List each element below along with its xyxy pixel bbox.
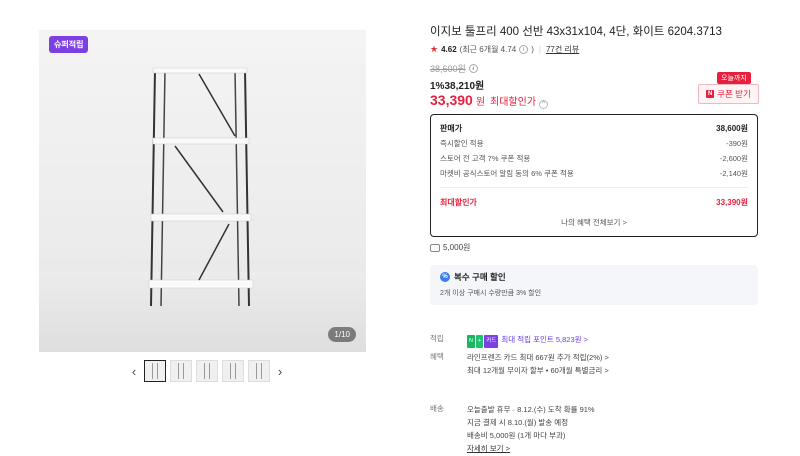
breakdown-total-row: 최대할인가 33,390원 — [440, 187, 748, 211]
chevron-left-icon[interactable]: ‹ — [128, 360, 140, 382]
breakdown-label: 판매가 — [440, 124, 463, 133]
breakdown-row: 판매가 38,600원 — [440, 121, 748, 136]
thumbnail-5[interactable] — [248, 360, 270, 382]
coupon-button-label: 쿠폰 받기 — [717, 89, 751, 99]
delivery-label: 배송 — [430, 404, 444, 413]
reviews-link[interactable]: 77건 리뷰 — [546, 44, 579, 55]
benefit-row: 혜택 라인프렌즈 카드 최대 667원 추가 적립(2%) > 최대 12개월 … — [430, 351, 609, 377]
breakdown-label: 스토어 전 고객 7% 쿠폰 적용 — [440, 154, 531, 163]
point-card-icon — [430, 243, 440, 252]
thumbnail-1[interactable] — [144, 360, 166, 382]
image-counter: 1/10 — [328, 327, 356, 342]
breakdown-row: 즉시할인 적용 -390원 — [440, 136, 748, 151]
thumbnail-4[interactable] — [222, 360, 244, 382]
multi-buy-title: 복수 구매 할인 — [454, 272, 506, 282]
max-discount-price: 33,390 원 최대할인가 ^ — [430, 92, 549, 109]
original-price-value: 38,600원 — [430, 64, 466, 74]
points-value: 5,000원 — [443, 243, 471, 252]
price-info-icon[interactable]: i — [468, 64, 478, 73]
chevron-right-icon[interactable]: › — [274, 360, 286, 382]
plus-tag: + — [475, 335, 484, 348]
delivery-row: 배송 오늘출발 휴무 · 8.12.(수) 도착 확률 91% 지금 결제 시 … — [430, 403, 595, 455]
info-icon[interactable]: i — [519, 45, 529, 54]
price-breakdown-box: 판매가 38,600원 즉시할인 적용 -390원 스토어 전 고객 7% 쿠폰… — [430, 114, 758, 237]
benefit-values: 라인프렌즈 카드 최대 667원 추가 적립(2%) > 최대 12개월 무이자… — [467, 351, 609, 377]
thumbnail-strip: ‹ › — [128, 360, 286, 382]
thumbnail-3[interactable] — [196, 360, 218, 382]
max-point-link[interactable]: 최대 적립 포인트 5,823원 > — [501, 335, 588, 344]
accumulate-row: 적립 N + 카드 최대 적립 포인트 5,823원 > — [430, 333, 588, 348]
naver-pay-tag: N — [467, 335, 475, 348]
product-main-image[interactable]: 슈퍼적립 1/10 — [39, 30, 366, 352]
breakdown-label: 마켓비 공식스토어 알림 동의 6% 쿠폰 적용 — [440, 169, 574, 178]
accumulate-label: 적립 — [430, 334, 444, 343]
percent-icon: % — [440, 272, 450, 282]
naver-n-icon: N — [706, 90, 715, 98]
delivery-detail-link[interactable]: 자세히 보기 > — [467, 444, 510, 453]
benefit-label: 혜택 — [430, 352, 444, 361]
max-discount-value: 33,390 — [430, 92, 473, 108]
coupon-deadline-badge: 오늘까지 — [717, 72, 751, 84]
breakdown-value: -2,600원 — [719, 154, 748, 163]
accumulate-value-wrap: N + 카드 최대 적립 포인트 5,823원 > — [467, 333, 588, 348]
rating-recent: (최근 6개월 4.74 — [459, 45, 517, 54]
breakdown-value: -390원 — [726, 139, 748, 148]
multi-buy-title-row: % 복수 구매 할인 — [440, 271, 748, 283]
multi-buy-desc: 2개 이상 구매시 수량만큼 3% 할인 — [440, 290, 542, 297]
coupon-button[interactable]: N 쿠폰 받기 — [698, 84, 759, 104]
all-benefits-link[interactable]: 나의 혜택 전체보기 > — [440, 217, 748, 228]
card-benefit-link[interactable]: 라인프렌즈 카드 최대 667원 추가 적립(2%) > — [467, 353, 609, 362]
breakdown-label: 즉시할인 적용 — [440, 139, 484, 148]
breakdown-row: 마켓비 공식스토어 알림 동의 6% 쿠폰 적용 -2,140원 — [440, 166, 748, 181]
delivery-line-3: 배송비 5,000원 (1개 마다 부과) — [467, 431, 566, 440]
discount-price: 1%38,210원 — [430, 81, 485, 92]
breakdown-value: -2,140원 — [719, 169, 748, 178]
breakdown-total-value: 33,390원 — [716, 198, 748, 207]
divider: | — [538, 45, 541, 54]
max-discount-label: 최대할인가 — [490, 97, 537, 108]
breakdown-row: 스토어 전 고객 7% 쿠폰 적용 -2,600원 — [440, 151, 748, 166]
original-price: 38,600원 i — [430, 62, 478, 75]
delivery-line-2: 지금 결제 시 8.10.(월) 발송 예정 — [467, 418, 569, 427]
product-title: 이지보 툴프리 400 선반 43x31x104, 4단, 화이트 6204.3… — [430, 26, 722, 38]
installment-link[interactable]: 최대 12개월 무이자 할부 • 60개월 특별금리 > — [467, 366, 609, 375]
delivery-line-1: 오늘출발 휴무 · 8.12.(수) 도착 확률 91% — [467, 405, 595, 414]
points-row: 5,000원 — [430, 242, 470, 253]
rating-row: ★ 4.62 (최근 6개월 4.74 i ) | 77건 리뷰 — [430, 44, 579, 55]
rating-recent-close: ) — [531, 45, 534, 54]
star-icon: ★ — [430, 44, 439, 54]
chevron-up-icon[interactable]: ^ — [539, 100, 549, 109]
breakdown-value: 38,600원 — [716, 124, 748, 133]
delivery-values: 오늘출발 휴무 · 8.12.(수) 도착 확률 91% 지금 결제 시 8.1… — [467, 403, 595, 455]
super-point-badge: 슈퍼적립 — [49, 36, 89, 53]
max-discount-unit: 원 — [475, 97, 486, 108]
card-tag: 카드 — [484, 335, 499, 348]
breakdown-total-label: 최대할인가 — [440, 198, 477, 207]
rating-score: 4.62 — [441, 45, 457, 54]
multi-buy-discount-box: % 복수 구매 할인 2개 이상 구매시 수량만큼 3% 할인 — [430, 265, 758, 305]
shelf-illustration — [148, 67, 254, 307]
thumbnail-2[interactable] — [170, 360, 192, 382]
